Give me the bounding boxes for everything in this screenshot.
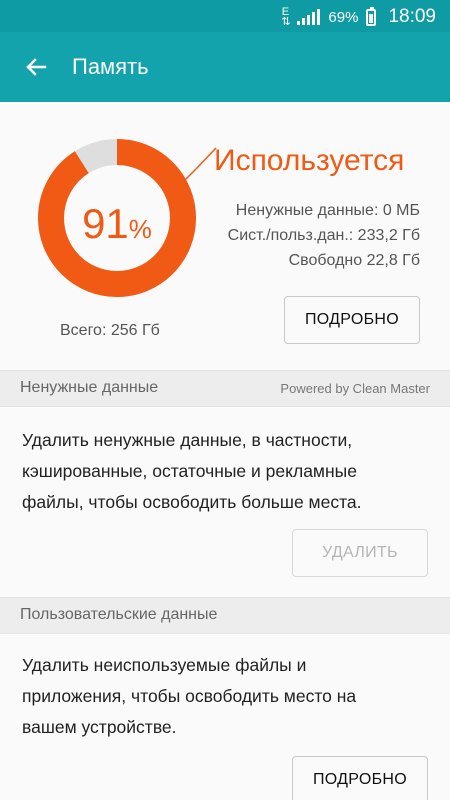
total-storage: Всего: 256 Гб: [60, 322, 160, 339]
used-label: Используется: [214, 144, 405, 177]
junk-description-line-2: кэшированные, остаточные и рекламные: [22, 461, 357, 481]
storage-details-button[interactable]: ПОДРОБНО: [284, 296, 420, 344]
system-user-data-stat: Сист./польз.дан.: 233,2 Гб: [227, 227, 420, 244]
powered-by-label: Powered by Clean Master: [280, 381, 430, 396]
junk-section-description: Удалить ненужные данные, в частности, кэ…: [22, 425, 432, 518]
page-title: Память: [72, 54, 149, 79]
user-data-details-button[interactable]: ПОДРОБНО: [292, 756, 428, 800]
junk-section-title: Ненужные данные: [20, 379, 159, 396]
delete-junk-button[interactable]: УДАЛИТЬ: [292, 529, 428, 577]
user-description-line-2: приложения, чтобы освободить место на: [22, 686, 357, 706]
user-section-body: Удалить неиспользуемые файлы и приложени…: [0, 634, 450, 800]
status-icons: E ⇅ 69% 18:09: [281, 6, 436, 28]
status-bar: E ⇅ 69% 18:09: [0, 0, 450, 32]
junk-section-body: Удалить ненужные данные, в частности, кэ…: [0, 407, 450, 597]
user-section-description: Удалить неиспользуемые файлы и приложени…: [22, 650, 432, 743]
free-space-stat: Свободно 22,8 Гб: [288, 252, 420, 269]
used-percent-number: 91: [82, 200, 129, 247]
percent-sign: %: [128, 214, 152, 244]
user-section-header: Пользовательские данные: [0, 597, 450, 634]
signal-icon: [297, 9, 321, 25]
user-section-title: Пользовательские данные: [20, 606, 218, 623]
junk-data-stat: Ненужные данные: 0 МБ: [235, 202, 420, 219]
app-bar: Память: [0, 32, 450, 102]
storage-summary: 91% Используется Ненужные данные: 0 МБ С…: [0, 102, 450, 370]
network-type-label: E: [281, 6, 290, 18]
back-button[interactable]: [0, 32, 72, 102]
user-description-line-1: Удалить неиспользуемые файлы и: [22, 655, 307, 675]
clock: 18:09: [388, 6, 436, 27]
used-percent: 91%: [38, 200, 196, 248]
user-description-line-3: вашем устройстве.: [22, 717, 177, 737]
battery-percent: 69%: [328, 8, 359, 26]
network-type-icon: E ⇅: [281, 6, 291, 28]
junk-description-line-3: файлы, чтобы освободить больше места.: [22, 492, 362, 512]
battery-icon: [366, 6, 377, 26]
junk-description-line-1: Удалить ненужные данные, в частности,: [22, 430, 353, 450]
junk-section-header: Ненужные данные Powered by Clean Master: [0, 370, 450, 407]
arrow-left-icon: [26, 58, 47, 76]
